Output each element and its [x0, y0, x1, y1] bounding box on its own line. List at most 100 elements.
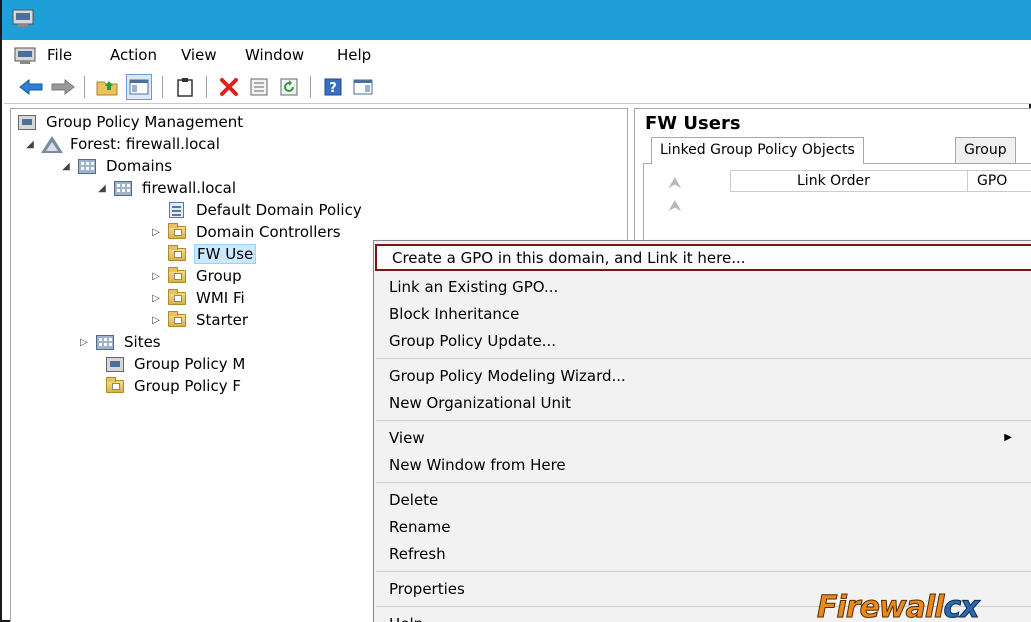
toolbar-separator [310, 76, 311, 98]
menu-separator [376, 571, 1031, 572]
results-icon [105, 377, 125, 395]
collapse-arrow-icon[interactable]: ◢ [59, 161, 73, 172]
action-pane-icon[interactable] [350, 74, 376, 100]
menu-item-link-existing-gpo[interactable]: Link an Existing GPO... [374, 273, 1031, 300]
wmi-folder-icon [167, 289, 187, 307]
menu-item-new-window-from-here[interactable]: New Window from Here [374, 451, 1031, 478]
expand-arrow-icon[interactable]: ▷ [149, 293, 163, 304]
tree-node-starter-gpos[interactable]: ▷ Starter [149, 309, 250, 331]
domain-icon [113, 179, 133, 197]
expand-arrow-icon[interactable]: ▷ [149, 271, 163, 282]
column-gpo[interactable]: GPO [977, 173, 1007, 189]
menu-item-label: View [389, 428, 425, 447]
tree-node-group-policy-modeling[interactable]: Group Policy M [105, 353, 247, 375]
delete-icon[interactable] [216, 74, 242, 100]
group-policy-management-icon [17, 113, 37, 131]
column-separator[interactable] [967, 171, 968, 191]
tree-node-group-policy-results[interactable]: Group Policy F [105, 375, 243, 397]
tree-node-label: Forest: firewall.local [70, 135, 220, 153]
tree-node-label: Domain Controllers [196, 223, 341, 241]
tree-node-label: Group [196, 267, 242, 285]
help-icon[interactable]: ? [320, 74, 346, 100]
expand-arrow-icon[interactable]: ▷ [149, 227, 163, 238]
forward-arrow-icon[interactable] [50, 74, 76, 100]
gpo-link-icon [167, 201, 187, 219]
sites-icon [95, 333, 115, 351]
refresh-icon[interactable] [276, 74, 302, 100]
tree-node-wmi-filters[interactable]: ▷ WMI Fi [149, 287, 247, 309]
back-arrow-icon[interactable] [18, 74, 44, 100]
expand-arrow-icon[interactable]: ▷ [77, 337, 91, 348]
properties-icon[interactable] [246, 74, 272, 100]
move-up-icon[interactable]: ⮝ [668, 175, 682, 191]
mmc-window: File Action View Window Help ? Group Pol… [0, 0, 1031, 622]
title-bar[interactable] [2, 0, 1031, 40]
tree-node-label: Domains [106, 157, 173, 175]
starter-folder-icon [167, 311, 187, 329]
gpo-folder-icon [167, 267, 187, 285]
up-folder-icon[interactable] [94, 74, 120, 100]
menu-item-rename[interactable]: Rename [374, 513, 1031, 540]
domains-icon [77, 157, 97, 175]
menu-item-new-organizational-unit[interactable]: New Organizational Unit [374, 389, 1031, 416]
move-top-icon[interactable]: ⮝ [668, 198, 682, 214]
ou-folder-icon [167, 245, 187, 263]
context-menu: Create a GPO in this domain, and Link it… [373, 240, 1031, 622]
forest-icon [41, 135, 63, 153]
tree-node-sites[interactable]: ▷ Sites [77, 331, 163, 353]
column-link-order[interactable]: Link Order [797, 173, 870, 189]
svg-text:?: ? [329, 81, 337, 96]
menu-action[interactable]: Action [110, 46, 157, 64]
menu-bar: File Action View Window Help [4, 40, 1031, 70]
tree-node-label: Group Policy Management [46, 113, 244, 131]
tab-group-policy-inheritance[interactable]: Group [955, 137, 1016, 163]
tree-node-label: firewall.local [142, 179, 237, 197]
expand-arrow-icon[interactable]: ▷ [149, 315, 163, 326]
show-hide-console-tree-icon[interactable] [126, 74, 152, 100]
menu-separator [376, 358, 1031, 359]
gpo-list-header: Link Order GPO [730, 170, 1031, 192]
toolbar: ? [4, 70, 1031, 104]
collapse-arrow-icon[interactable]: ◢ [95, 183, 109, 194]
tree-node-label: WMI Fi [196, 289, 245, 307]
menu-item-delete[interactable]: Delete [374, 486, 1031, 513]
menu-window[interactable]: Window [245, 46, 304, 64]
menu-item-refresh[interactable]: Refresh [374, 540, 1031, 567]
menu-item-view[interactable]: View ▶ [374, 424, 1031, 451]
toolbar-separator [162, 76, 163, 98]
console-menu-icon[interactable] [14, 47, 36, 69]
menu-separator [376, 482, 1031, 483]
tab-linked-group-policy-objects[interactable]: Linked Group Policy Objects [651, 137, 864, 164]
tree-node-label: Default Domain Policy [196, 201, 362, 219]
tree-node-label: Sites [124, 333, 161, 351]
menu-item-create-gpo-and-link[interactable]: Create a GPO in this domain, and Link it… [375, 244, 1031, 271]
tree-node-domains[interactable]: ◢ Domains [59, 155, 174, 177]
tree-node-default-domain-policy[interactable]: Default Domain Policy [167, 199, 364, 221]
firewallcx-watermark-logo: Firewallcx [816, 590, 980, 622]
menu-help[interactable]: Help [337, 46, 371, 64]
tree-node-label: FW Use [194, 244, 257, 264]
menu-view[interactable]: View [181, 46, 217, 64]
tree-node-forest[interactable]: ◢ Forest: firewall.local [23, 133, 222, 155]
clipboard-icon[interactable] [172, 74, 198, 100]
menu-item-block-inheritance[interactable]: Block Inheritance [374, 300, 1031, 327]
tree-node-domain-controllers[interactable]: ▷ Domain Controllers [149, 221, 343, 243]
details-title: FW Users [645, 113, 741, 134]
menu-separator [376, 420, 1031, 421]
menu-item-group-policy-update[interactable]: Group Policy Update... [374, 327, 1031, 354]
tree-node-group-policy-objects[interactable]: ▷ Group [149, 265, 244, 287]
tree-node-group-policy-management[interactable]: Group Policy Management [17, 111, 245, 133]
toolbar-separator [206, 76, 207, 98]
tree-node-domain-firewall-local[interactable]: ◢ firewall.local [95, 177, 238, 199]
menu-item-modeling-wizard[interactable]: Group Policy Modeling Wizard... [374, 362, 1031, 389]
tree-node-label: Group Policy F [134, 377, 241, 395]
ou-folder-icon [167, 223, 187, 241]
tree-node-label: Group Policy M [134, 355, 246, 373]
tree-node-label: Starter [196, 311, 249, 329]
submenu-arrow-icon: ▶ [1004, 432, 1012, 443]
collapse-arrow-icon[interactable]: ◢ [23, 139, 37, 150]
tree-node-fw-users[interactable]: FW Use [167, 243, 257, 265]
mmc-app-icon[interactable] [12, 9, 34, 33]
menu-file[interactable]: File [47, 46, 72, 64]
modeling-icon [105, 355, 125, 373]
